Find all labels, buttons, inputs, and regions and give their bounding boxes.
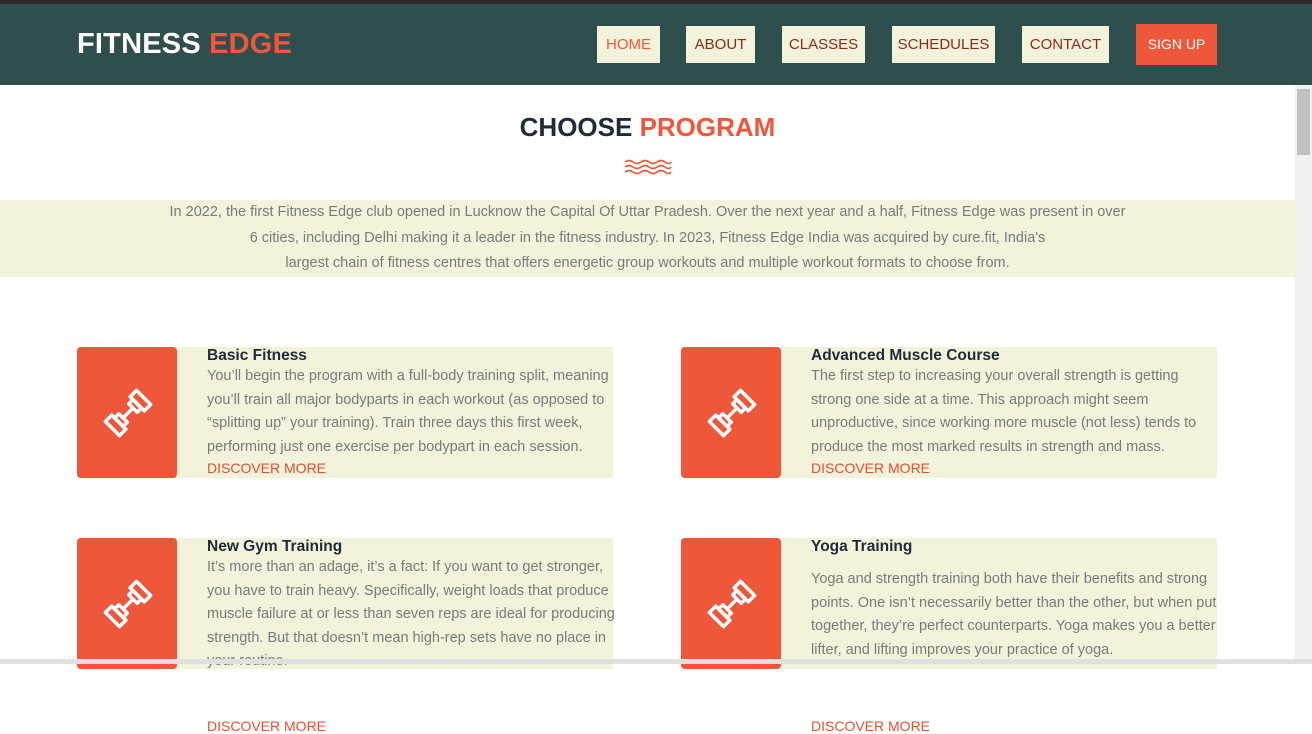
program-icon-box — [77, 347, 177, 478]
nav-home[interactable]: HOME — [597, 26, 660, 63]
logo-text-fitness: FITNESS — [77, 28, 201, 60]
discover-more-link[interactable]: DISCOVER MORE — [811, 460, 930, 476]
nav-about[interactable]: ABOUT — [686, 26, 755, 63]
discover-more-link[interactable]: DISCOVER MORE — [207, 718, 326, 734]
program-title: New Gym Training — [207, 538, 343, 555]
program-card-yoga: Yoga Training Yoga and strength training… — [681, 538, 1217, 734]
nav-schedules[interactable]: SCHEDULES — [892, 26, 995, 63]
dumbbell-icon — [707, 388, 757, 438]
dumbbell-icon — [103, 388, 153, 438]
wave-divider-icon — [624, 159, 672, 175]
logo-text-edge: EDGE — [209, 28, 293, 60]
program-icon-box — [681, 538, 781, 669]
nav-classes[interactable]: CLASSES — [782, 26, 865, 63]
section-title-part1: CHOOSE — [519, 112, 633, 142]
signup-button[interactable]: SIGN UP — [1136, 24, 1217, 65]
program-title: Basic Fitness — [207, 347, 307, 364]
page-scrollbar[interactable] — [1295, 85, 1312, 664]
nav-contact[interactable]: CONTACT — [1022, 26, 1109, 63]
program-card-new-gym: New Gym Training It’s more than an adage… — [77, 538, 615, 734]
program-icon-box — [77, 538, 177, 669]
intro-line-1: In 2022, the first Fitness Edge club ope… — [169, 204, 1126, 220]
program-description: It’s more than an adage, it’s a fact: If… — [207, 559, 615, 669]
site-logo[interactable]: FITNESS EDGE — [77, 28, 292, 61]
dumbbell-icon — [707, 579, 757, 629]
program-card-advanced-muscle: Advanced Muscle Course The first step to… — [681, 347, 1217, 478]
program-title: Advanced Muscle Course — [811, 347, 1000, 364]
bottom-edge — [0, 659, 1312, 664]
scrollbar-thumb[interactable] — [1297, 89, 1310, 155]
program-title: Yoga Training — [811, 538, 913, 555]
discover-more-link[interactable]: DISCOVER MORE — [207, 460, 326, 476]
program-icon-box — [681, 347, 781, 478]
program-description: You’ll begin the program with a full-bod… — [207, 368, 609, 455]
intro-line-3: largest chain of fitness centres that of… — [285, 255, 1010, 271]
dumbbell-icon — [103, 579, 153, 629]
intro-line-2: 6 cities, including Delhi making it a le… — [249, 230, 1046, 246]
program-description: Yoga and strength training both have the… — [811, 571, 1217, 658]
section-title: CHOOSE PROGRAM — [0, 112, 1295, 143]
discover-more-link[interactable]: DISCOVER MORE — [811, 718, 930, 734]
program-card-basic-fitness: Basic Fitness You’ll begin the program w… — [77, 347, 613, 478]
intro-band: In 2022, the first Fitness Edge club ope… — [0, 200, 1295, 277]
section-title-part2: PROGRAM — [639, 112, 776, 142]
site-header: FITNESS EDGE HOME ABOUT CLASSES SCHEDULE… — [0, 4, 1312, 85]
program-description: The first step to increasing your overal… — [811, 368, 1197, 455]
